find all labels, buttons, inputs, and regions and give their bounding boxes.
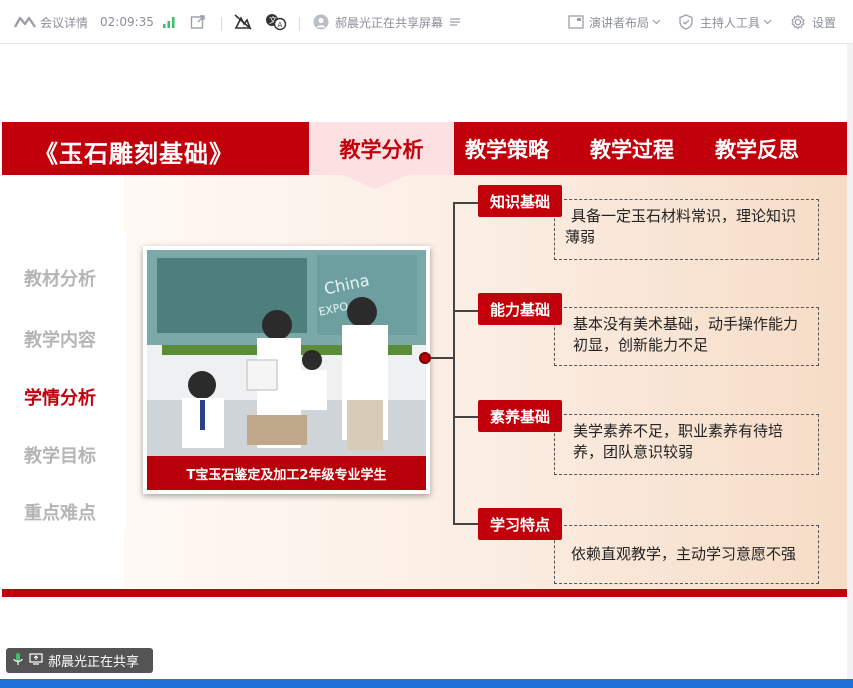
presenter-layout-label: 演讲者布局	[589, 15, 650, 30]
literacy-base-text: 美学素养不足，职业素养有待培养，团队意识较弱	[573, 422, 784, 461]
annotation-off-icon[interactable]	[233, 0, 253, 44]
nav-panel-shape	[2, 175, 126, 588]
ability-base-box: 基本没有美术基础，动手操作能力初显，创新能力不足	[554, 307, 819, 366]
presenter-layout-button[interactable]: 演讲者布局	[568, 0, 661, 44]
sharer-indicator[interactable]: 郝晨光正在共享屏幕	[313, 0, 461, 44]
active-tab-pointer	[343, 175, 407, 189]
svg-text:A: A	[278, 21, 283, 29]
literacy-base-box: 美学素养不足，职业素养有待培养，团队意识较弱	[554, 414, 819, 475]
host-tools-label: 主持人工具	[700, 15, 761, 30]
shared-slide: 《玉石雕刻基础》 教学分析 教学策略 教学过程 教学反思 教材分析 教学内容 学…	[2, 122, 847, 597]
knowledge-base-text: 具备一定玉石材料常识，理论知识薄弱	[565, 207, 797, 246]
sharer-avatar-icon	[313, 14, 329, 30]
nav-item-material-analysis[interactable]: 教材分析	[24, 265, 96, 291]
connector-dot	[419, 352, 431, 364]
nav-item-learner-analysis[interactable]: 学情分析	[24, 384, 96, 410]
microphone-icon	[12, 652, 24, 670]
branch-line	[453, 416, 479, 418]
meeting-info-button[interactable]: 会议详情	[14, 0, 88, 44]
branch-line	[453, 523, 479, 525]
meeting-toolbar: 会议详情 02:09:35 文A 郝晨光正在共享屏幕 演讲者布局 主持人工具 设…	[0, 0, 853, 44]
branch-line	[453, 202, 479, 204]
student-photo-card: China EXPO T宝玉石鉴定及加工2年级专业学生	[143, 246, 430, 494]
window-edge	[847, 44, 853, 679]
learning-traits-text: 依赖直观教学，主动学习意愿不强	[571, 545, 797, 563]
connector-trunk	[453, 202, 455, 524]
nav-item-key-difficulties[interactable]: 重点难点	[24, 499, 96, 525]
chevron-down-icon	[652, 19, 661, 25]
settings-label: 设置	[812, 15, 837, 30]
meeting-timer: 02:09:35	[100, 15, 154, 29]
chevron-down-icon	[763, 19, 772, 25]
knowledge-base-box: 具备一定玉石材料常识，理论知识薄弱	[554, 199, 819, 260]
meeting-info-label: 会议详情	[40, 15, 89, 30]
signal-icon[interactable]	[162, 0, 176, 44]
layout-icon	[568, 15, 584, 29]
screen-share-icon	[29, 652, 43, 669]
knowledge-base-tag: 知识基础	[478, 185, 562, 217]
translate-icon[interactable]: 文A	[265, 0, 287, 44]
shield-icon	[678, 14, 694, 30]
tab-teaching-process[interactable]: 教学过程	[582, 122, 682, 175]
ability-base-tag: 能力基础	[478, 293, 562, 325]
settings-button[interactable]: 设置	[790, 0, 836, 44]
screen-share-indicator[interactable]: 郝晨光正在共享	[6, 648, 153, 673]
gear-icon	[790, 14, 806, 30]
sharer-status-label: 郝晨光正在共享屏幕	[335, 15, 444, 30]
learning-traits-box: 依赖直观教学，主动学习意愿不强	[554, 525, 819, 584]
nav-item-teaching-goals[interactable]: 教学目标	[24, 442, 96, 468]
nav-item-teaching-content[interactable]: 教学内容	[24, 326, 96, 352]
course-title: 《玉石雕刻基础》	[34, 140, 234, 168]
branch-line	[453, 310, 479, 312]
tab-teaching-analysis[interactable]: 教学分析	[309, 122, 454, 175]
literacy-base-tag: 素养基础	[478, 400, 562, 432]
tab-teaching-reflection[interactable]: 教学反思	[707, 122, 807, 175]
tab-teaching-strategy[interactable]: 教学策略	[457, 122, 557, 175]
connector-line	[431, 357, 454, 359]
os-taskbar	[0, 679, 853, 688]
host-tools-button[interactable]: 主持人工具	[678, 0, 772, 44]
ability-base-text: 基本没有美术基础，动手操作能力初显，创新能力不足	[573, 315, 799, 354]
photo-caption: T宝玉石鉴定及加工2年级专业学生	[147, 456, 426, 490]
learning-traits-tag: 学习特点	[478, 508, 562, 540]
menu-lines-icon	[449, 16, 461, 28]
slide-bottom-bar	[2, 589, 847, 597]
meeting-logo-icon	[14, 15, 36, 29]
external-link-icon[interactable]	[190, 0, 206, 44]
classroom-photo: China EXPO	[147, 250, 426, 456]
screen-share-label: 郝晨光正在共享	[48, 655, 140, 670]
